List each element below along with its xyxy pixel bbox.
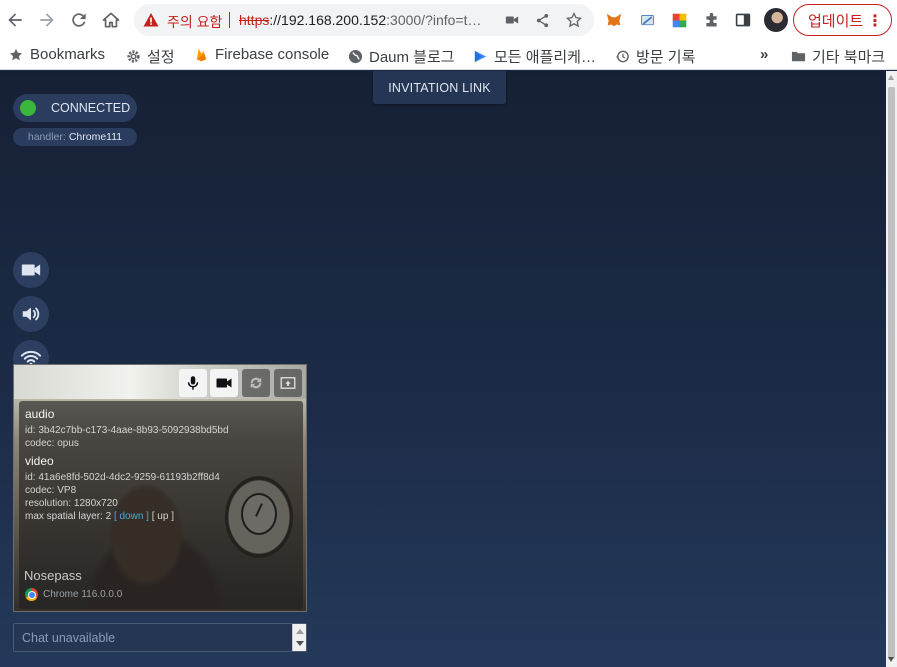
reload-button[interactable] bbox=[67, 8, 91, 32]
forward-button[interactable] bbox=[35, 8, 59, 32]
bookmark-label: 모든 애플리케… bbox=[494, 49, 596, 66]
spatial-layer-row: max spatial layer: 2 [ down ] [ up ] bbox=[25, 510, 297, 523]
camera-in-use-icon[interactable] bbox=[504, 12, 520, 28]
bookmark-item[interactable]: Daum 블로그 bbox=[347, 46, 455, 67]
reload-icon bbox=[72, 13, 86, 27]
audio-codec: codec: opus bbox=[25, 438, 79, 449]
warning-icon bbox=[143, 13, 159, 27]
url-host: ://192.168.200.152 bbox=[269, 12, 387, 28]
invitation-link-button[interactable]: INVITATION LINK bbox=[373, 71, 506, 104]
menu-dots-icon[interactable]: ⋮ bbox=[867, 11, 883, 31]
handler-label: handler: bbox=[27, 131, 66, 143]
bookmarks-overflow-button[interactable]: » bbox=[760, 46, 768, 63]
bookmark-star-icon[interactable] bbox=[566, 12, 582, 28]
spatial-layer-up-link[interactable]: [ up ] bbox=[152, 511, 174, 522]
toggle-webcam-button[interactable] bbox=[13, 252, 49, 288]
url-path: :3000/?info=t… bbox=[386, 12, 482, 28]
color-picker-extension-icon[interactable] bbox=[669, 10, 689, 30]
chat-input[interactable] bbox=[14, 624, 292, 651]
chevron-up-icon bbox=[296, 629, 304, 634]
camera-icon bbox=[216, 378, 232, 388]
video-resolution: resolution: 1280x720 bbox=[25, 498, 118, 509]
chat-scroll-control[interactable] bbox=[292, 624, 306, 651]
share-icon[interactable] bbox=[534, 12, 550, 28]
peer-browser-info: Chrome 116.0.0.0 bbox=[25, 588, 122, 601]
audio-heading: audio bbox=[25, 407, 55, 421]
side-panel-icon[interactable] bbox=[733, 10, 753, 30]
bookmark-item[interactable]: Bookmarks bbox=[8, 46, 105, 63]
mic-icon bbox=[187, 376, 199, 390]
other-bookmarks-folder[interactable]: 기타 북마크 bbox=[790, 46, 885, 67]
apps-icon bbox=[472, 49, 488, 65]
bookmark-label: 방문 기록 bbox=[636, 49, 696, 66]
peer-mic-button[interactable] bbox=[179, 369, 207, 397]
scroll-up-arrow-icon[interactable] bbox=[888, 75, 894, 80]
camera-icon bbox=[21, 264, 41, 276]
chat-box bbox=[13, 623, 307, 652]
back-button[interactable] bbox=[3, 8, 27, 32]
scroll-down-arrow-icon[interactable] bbox=[888, 657, 894, 662]
folder-icon bbox=[790, 49, 806, 65]
page-scrollbar[interactable] bbox=[886, 71, 897, 667]
bookmark-item[interactable]: 모든 애플리케… bbox=[472, 46, 596, 67]
bookmark-label: Daum 블로그 bbox=[369, 49, 455, 66]
bookmark-item[interactable]: 설정 bbox=[125, 46, 175, 67]
url-separator bbox=[229, 12, 230, 28]
peer-screen-share-button[interactable] bbox=[274, 369, 302, 397]
extension-icon-blue[interactable] bbox=[637, 10, 657, 30]
history-icon bbox=[614, 49, 630, 65]
restart-ice-icon bbox=[250, 377, 262, 389]
profile-avatar[interactable] bbox=[764, 8, 788, 32]
audio-track-id: id: 3b42c7bb-c173-4aae-8b93-5092938bd5bd bbox=[25, 425, 229, 436]
url-scheme: https bbox=[239, 12, 270, 28]
security-warning-label[interactable]: 주의 요함 bbox=[167, 12, 222, 32]
peer-camera-button[interactable] bbox=[210, 369, 238, 397]
puzzle-icon[interactable] bbox=[701, 10, 721, 30]
globe-icon bbox=[347, 49, 363, 65]
bookmark-label: Bookmarks bbox=[30, 46, 106, 63]
bookmarks-bar: Bookmarks 설정 Firebase console Daum 블로그 모… bbox=[0, 40, 897, 70]
app-page: INVITATION LINK CONNECTED handler: Chrom… bbox=[0, 71, 886, 667]
status-indicator bbox=[20, 100, 36, 116]
video-codec: codec: VP8 bbox=[25, 485, 77, 496]
screen-share-icon bbox=[280, 377, 296, 389]
bookmark-item[interactable]: 방문 기록 bbox=[614, 46, 695, 67]
handler-badge: handler: Chrome111 bbox=[13, 128, 137, 146]
connection-status-label: CONNECTED bbox=[51, 101, 131, 115]
scrollbar-thumb[interactable] bbox=[888, 87, 895, 659]
handler-value: Chrome111 bbox=[68, 131, 123, 143]
update-label: 업데이트 bbox=[808, 12, 864, 30]
address-bar[interactable]: 주의 요함 https://192.168.200.152:3000/?info… bbox=[134, 4, 594, 36]
spatial-layer-label: max spatial layer: 2 bbox=[25, 511, 112, 522]
bookmark-item[interactable]: Firebase console bbox=[193, 46, 329, 63]
chevron-down-icon bbox=[296, 641, 304, 646]
toggle-audio-button[interactable] bbox=[13, 296, 49, 332]
peer-display-name: Nosepass bbox=[24, 568, 82, 583]
video-heading: video bbox=[25, 454, 54, 468]
peer-browser-label: Chrome 116.0.0.0 bbox=[43, 589, 123, 600]
home-icon bbox=[102, 12, 120, 28]
arrow-right-icon bbox=[40, 13, 54, 27]
metamask-extension-icon[interactable] bbox=[604, 10, 624, 30]
peer-video-card: audio id: 3b42c7bb-c173-4aae-8b93-509293… bbox=[13, 364, 307, 612]
bookmark-label: Firebase console bbox=[215, 46, 330, 63]
star-icon bbox=[8, 47, 24, 63]
peer-restart-ice-button[interactable] bbox=[242, 369, 270, 397]
spatial-layer-down-link[interactable]: [ down ] bbox=[114, 511, 149, 522]
update-button[interactable]: 업데이트 ⋮ bbox=[793, 4, 892, 36]
arrow-left-icon bbox=[8, 13, 22, 27]
other-bookmarks-label: 기타 북마크 bbox=[812, 49, 886, 66]
url-text[interactable]: https://192.168.200.152:3000/?info=t… bbox=[239, 12, 491, 28]
video-track-id: id: 41a6e8fd-502d-4dc2-9259-61193b2ff8d4 bbox=[25, 472, 220, 483]
connection-status: CONNECTED bbox=[13, 94, 137, 122]
speaker-icon bbox=[22, 307, 40, 321]
bookmark-label: 설정 bbox=[147, 49, 175, 66]
home-button[interactable] bbox=[99, 8, 123, 32]
chrome-icon bbox=[25, 588, 38, 601]
browser-toolbar: 주의 요함 https://192.168.200.152:3000/?info… bbox=[0, 0, 897, 40]
firebase-icon bbox=[193, 47, 209, 63]
gear-icon bbox=[125, 49, 141, 65]
